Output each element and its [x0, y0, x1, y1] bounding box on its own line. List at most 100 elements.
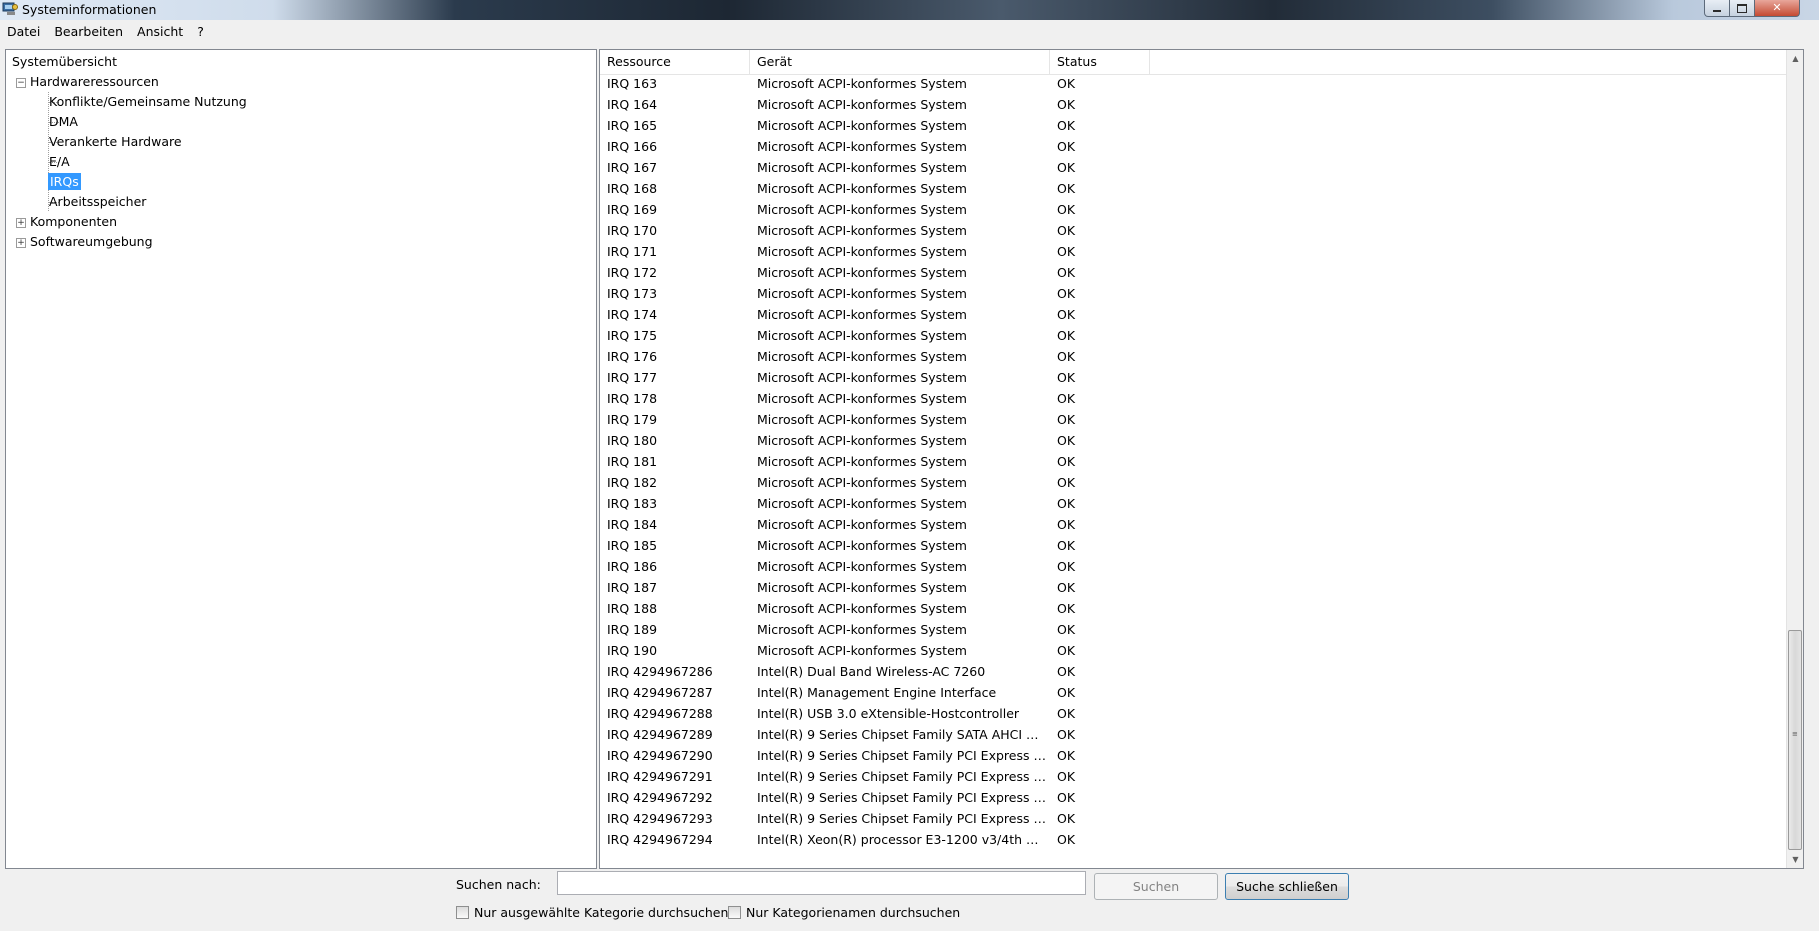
cell-geraet: Intel(R) Dual Band Wireless-AC 7260 — [757, 664, 986, 679]
table-row[interactable]: IRQ 167 Microsoft ACPI-konformes System OK — [600, 158, 1786, 179]
table-row[interactable]: IRQ 169 Microsoft ACPI-konformes System OK — [600, 200, 1786, 221]
table-row[interactable]: IRQ 189 Microsoft ACPI-konformes System OK — [600, 620, 1786, 641]
menu-bar: Datei Bearbeiten Ansicht ? — [0, 22, 1819, 42]
tree-item-arbeitsspeicher[interactable]: Arbeitsspeicher — [49, 193, 146, 210]
table-row[interactable]: IRQ 4294967286 Intel(R) Dual Band Wireles… — [600, 662, 1786, 683]
column-header-geraet[interactable]: Gerät — [750, 50, 1050, 74]
tree-item-hardwareressourcen[interactable]: Hardwareressourcen — [30, 73, 159, 90]
table-row[interactable]: IRQ 184 Microsoft ACPI-konformes System OK — [600, 515, 1786, 536]
table-row[interactable]: IRQ 4294967292 Intel(R) 9 Series Chipset … — [600, 788, 1786, 809]
cell-status: OK — [1057, 307, 1076, 322]
table-row[interactable]: IRQ 186 Microsoft ACPI-konformes System OK — [600, 557, 1786, 578]
checkbox-selected-category[interactable]: Nur ausgewählte Kategorie durchsuchen — [456, 905, 728, 920]
cell-ressource: IRQ 186 — [607, 559, 658, 574]
list-header: Ressource Gerät Status — [600, 50, 1786, 75]
table-row[interactable]: IRQ 179 Microsoft ACPI-konformes System OK — [600, 410, 1786, 431]
table-row[interactable]: IRQ 163 Microsoft ACPI-konformes System OK — [600, 74, 1786, 95]
scroll-down-arrow-icon[interactable]: ▼ — [1787, 851, 1803, 868]
table-row[interactable]: IRQ 173 Microsoft ACPI-konformes System OK — [600, 284, 1786, 305]
scroll-thumb[interactable]: ≡ — [1788, 630, 1802, 850]
minimize-button[interactable] — [1704, 0, 1730, 17]
cell-status: OK — [1057, 748, 1076, 763]
table-row[interactable]: IRQ 4294967291 Intel(R) 9 Series Chipset … — [600, 767, 1786, 788]
column-header-ressource[interactable]: Ressource — [600, 50, 750, 74]
table-row[interactable]: IRQ 182 Microsoft ACPI-konformes System OK — [600, 473, 1786, 494]
plus-icon[interactable]: + — [16, 218, 26, 228]
menu-help[interactable]: ? — [190, 22, 211, 42]
menu-bearbeiten[interactable]: Bearbeiten — [47, 22, 130, 42]
table-row[interactable]: IRQ 176 Microsoft ACPI-konformes System OK — [600, 347, 1786, 368]
cell-ressource: IRQ 189 — [607, 622, 658, 637]
cell-geraet: Microsoft ACPI-konformes System — [757, 97, 967, 112]
cell-status: OK — [1057, 727, 1076, 742]
vertical-scrollbar[interactable]: ▲ ≡ ▼ — [1786, 50, 1803, 868]
cell-ressource: IRQ 174 — [607, 307, 658, 322]
table-row[interactable]: IRQ 166 Microsoft ACPI-konformes System OK — [600, 137, 1786, 158]
table-row[interactable]: IRQ 178 Microsoft ACPI-konformes System OK — [600, 389, 1786, 410]
cell-status: OK — [1057, 202, 1076, 217]
tree-item-konflikte[interactable]: Konflikte/Gemeinsame Nutzung — [49, 93, 247, 110]
cell-ressource: IRQ 165 — [607, 118, 658, 133]
title-bar[interactable]: Systeminformationen ✕ — [0, 0, 1819, 20]
cell-ressource: IRQ 4294967286 — [607, 664, 713, 679]
checkbox-category-names[interactable]: Nur Kategorienamen durchsuchen — [728, 905, 960, 920]
tree-item-irqs[interactable]: IRQs — [48, 173, 81, 190]
window-title: Systeminformationen — [22, 2, 157, 17]
cell-status: OK — [1057, 160, 1076, 175]
cell-status: OK — [1057, 139, 1076, 154]
menu-ansicht[interactable]: Ansicht — [130, 22, 190, 42]
table-row[interactable]: IRQ 4294967288 Intel(R) USB 3.0 eXtensibl… — [600, 704, 1786, 725]
details-list[interactable]: Ressource Gerät Status IRQ 163 Microsoft … — [599, 49, 1804, 869]
cell-geraet: Microsoft ACPI-konformes System — [757, 160, 967, 175]
table-row[interactable]: IRQ 180 Microsoft ACPI-konformes System OK — [600, 431, 1786, 452]
checkbox-icon[interactable] — [728, 906, 741, 919]
cell-ressource: IRQ 164 — [607, 97, 658, 112]
scroll-up-arrow-icon[interactable]: ▲ — [1787, 50, 1803, 67]
search-input[interactable] — [557, 871, 1086, 895]
table-row[interactable]: IRQ 172 Microsoft ACPI-konformes System OK — [600, 263, 1786, 284]
close-button[interactable]: ✕ — [1754, 0, 1800, 17]
cell-geraet: Intel(R) 9 Series Chipset Family PCI Exp… — [757, 811, 1047, 826]
search-button[interactable]: Suchen — [1094, 873, 1218, 900]
tree-item-dma[interactable]: DMA — [49, 113, 78, 130]
table-row[interactable]: IRQ 4294967287 Intel(R) Management Engine… — [600, 683, 1786, 704]
cell-ressource: IRQ 4294967294 — [607, 832, 713, 847]
table-row[interactable]: IRQ 165 Microsoft ACPI-konformes System OK — [600, 116, 1786, 137]
table-row[interactable]: IRQ 4294967290 Intel(R) 9 Series Chipset … — [600, 746, 1786, 767]
table-row[interactable]: IRQ 175 Microsoft ACPI-konformes System OK — [600, 326, 1786, 347]
minus-icon[interactable]: − — [16, 78, 26, 88]
cell-geraet: Microsoft ACPI-konformes System — [757, 601, 967, 616]
cell-ressource: IRQ 4294967292 — [607, 790, 713, 805]
tree-item-verankerte-hardware[interactable]: Verankerte Hardware — [49, 133, 182, 150]
tree-item-systemuebersicht[interactable]: Systemübersicht — [12, 53, 117, 70]
cell-status: OK — [1057, 181, 1076, 196]
cell-status: OK — [1057, 517, 1076, 532]
table-row[interactable]: IRQ 188 Microsoft ACPI-konformes System OK — [600, 599, 1786, 620]
table-row[interactable]: IRQ 4294967289 Intel(R) 9 Series Chipset … — [600, 725, 1786, 746]
column-header-status[interactable]: Status — [1050, 50, 1150, 74]
plus-icon[interactable]: + — [16, 238, 26, 248]
table-row[interactable]: IRQ 185 Microsoft ACPI-konformes System OK — [600, 536, 1786, 557]
table-row[interactable]: IRQ 181 Microsoft ACPI-konformes System OK — [600, 452, 1786, 473]
cell-geraet: Microsoft ACPI-konformes System — [757, 454, 967, 469]
tree-item-ea[interactable]: E/A — [49, 153, 70, 170]
table-row[interactable]: IRQ 183 Microsoft ACPI-konformes System OK — [600, 494, 1786, 515]
table-row[interactable]: IRQ 168 Microsoft ACPI-konformes System OK — [600, 179, 1786, 200]
table-row[interactable]: IRQ 177 Microsoft ACPI-konformes System OK — [600, 368, 1786, 389]
table-row[interactable]: IRQ 164 Microsoft ACPI-konformes System OK — [600, 95, 1786, 116]
table-row[interactable]: IRQ 174 Microsoft ACPI-konformes System OK — [600, 305, 1786, 326]
table-row[interactable]: IRQ 171 Microsoft ACPI-konformes System OK — [600, 242, 1786, 263]
tree-item-komponenten[interactable]: Komponenten — [30, 213, 117, 230]
checkbox-icon[interactable] — [456, 906, 469, 919]
cell-geraet: Intel(R) Management Engine Interface — [757, 685, 997, 700]
category-tree[interactable]: Systemübersicht − Hardwareressourcen Kon… — [5, 49, 597, 869]
close-search-button[interactable]: Suche schließen — [1225, 873, 1349, 900]
tree-item-softwareumgebung[interactable]: Softwareumgebung — [30, 233, 153, 250]
table-row[interactable]: IRQ 170 Microsoft ACPI-konformes System OK — [600, 221, 1786, 242]
table-row[interactable]: IRQ 4294967293 Intel(R) 9 Series Chipset … — [600, 809, 1786, 830]
table-row[interactable]: IRQ 187 Microsoft ACPI-konformes System OK — [600, 578, 1786, 599]
maximize-button[interactable] — [1729, 0, 1755, 17]
table-row[interactable]: IRQ 190 Microsoft ACPI-konformes System OK — [600, 641, 1786, 662]
table-row[interactable]: IRQ 4294967294 Intel(R) Xeon(R) processor… — [600, 830, 1786, 851]
menu-datei[interactable]: Datei — [0, 22, 47, 42]
